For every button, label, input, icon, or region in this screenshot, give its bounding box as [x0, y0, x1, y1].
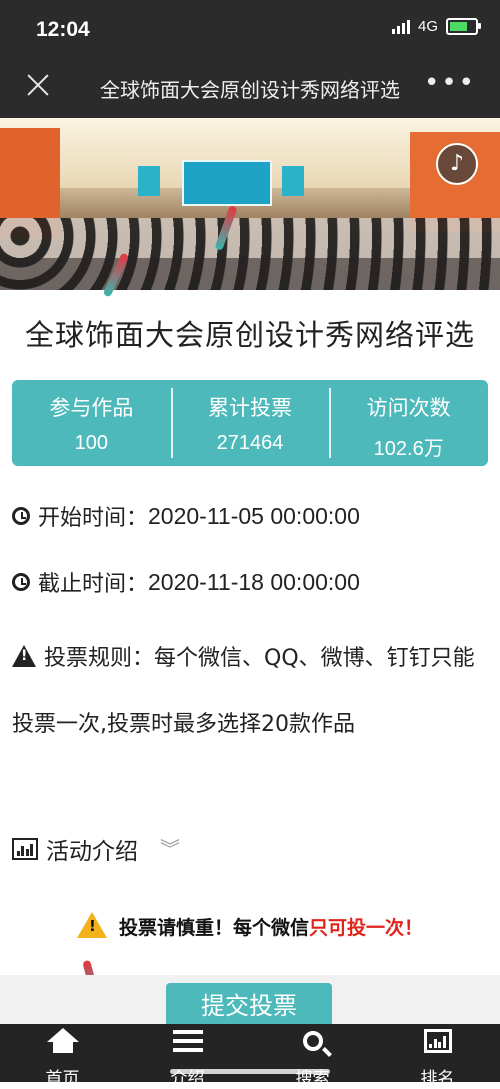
home-indicator: [170, 1069, 330, 1074]
stat-value: 102.6万: [373, 438, 444, 460]
event-title: 全球饰面大会原创设计秀网络评选: [24, 318, 475, 352]
status-time: 12:04: [36, 18, 90, 41]
more-options-icon[interactable]: •••: [424, 68, 476, 98]
warning-icon: [76, 912, 107, 938]
stat-visits: 访问次数 102.6万: [329, 380, 488, 466]
stat-value: 100: [74, 432, 109, 454]
stat-label: 累计投票: [208, 396, 292, 420]
battery-icon: [446, 18, 481, 35]
status-indicators: 4G: [391, 18, 481, 35]
end-time-row: 截止时间： 2020-11-18 00:00:00: [12, 566, 360, 598]
nav-bar: 全球饰面大会原创设计秀网络评选 •••: [0, 56, 500, 118]
clock-icon: [12, 573, 30, 591]
menu-icon: [172, 1030, 203, 1052]
vote-notice: 投票请慎重！每个微信只可投一次！: [0, 912, 500, 940]
notice-text: 投票请慎重！每个微信: [118, 917, 309, 939]
tab-label: 搜索: [295, 1069, 330, 1089]
music-toggle-icon[interactable]: ♪: [436, 143, 478, 185]
stat-label: 参与作品: [49, 396, 134, 420]
intro-label: 活动介绍: [46, 839, 138, 865]
close-icon[interactable]: [24, 70, 52, 98]
tab-ranking[interactable]: 排名: [375, 1024, 500, 1089]
voting-rules: 投票规则：每个微信、QQ、微博、钉钉只能投票一次,投票时最多选择20款作品: [12, 626, 490, 758]
home-icon: [46, 1028, 79, 1053]
stat-label: 访问次数: [366, 396, 451, 420]
clock-icon: [12, 507, 30, 525]
tab-home[interactable]: 首页: [0, 1024, 125, 1089]
tab-label: 介绍: [170, 1069, 205, 1089]
end-time-value: 2020-11-18 00:00:00: [148, 568, 360, 595]
chevron-down-icon: ︾: [160, 837, 180, 861]
status-bar: 12:04 4G: [0, 0, 500, 56]
submit-bar: 提交投票: [0, 975, 500, 1029]
search-icon: [302, 1031, 323, 1051]
signal-icon: [391, 19, 410, 34]
submit-vote-button[interactable]: 提交投票: [166, 983, 332, 1029]
start-time-value: 2020-11-05 00:00:00: [148, 502, 360, 529]
tab-label: 首页: [45, 1069, 80, 1089]
tab-label: 排名: [420, 1069, 455, 1089]
stat-votes: 累计投票 271464: [170, 380, 330, 466]
nav-title: 全球饰面大会原创设计秀网络评选: [100, 78, 400, 102]
activity-intro-toggle[interactable]: 活动介绍 ︾: [12, 832, 180, 866]
chart-icon: [12, 838, 38, 860]
rules-label: 投票规则：: [44, 646, 155, 671]
network-type: 4G: [417, 18, 438, 35]
bottom-tab-bar: 首页 介绍 搜索 排名: [0, 1024, 500, 1089]
stats-panel: 参与作品 100 累计投票 271464 访问次数 102.6万: [12, 380, 488, 466]
notice-highlight: 只可投一次！: [309, 917, 424, 939]
ranking-icon: [423, 1029, 452, 1053]
stat-value: 271464: [216, 432, 284, 454]
stat-entries: 参与作品 100: [12, 380, 171, 466]
end-time-label: 截止时间：: [38, 572, 149, 597]
start-time-row: 开始时间： 2020-11-05 00:00:00: [12, 500, 360, 532]
warning-icon: [12, 645, 36, 667]
banner-image: ♪: [0, 118, 500, 290]
start-time-label: 开始时间：: [38, 506, 149, 531]
